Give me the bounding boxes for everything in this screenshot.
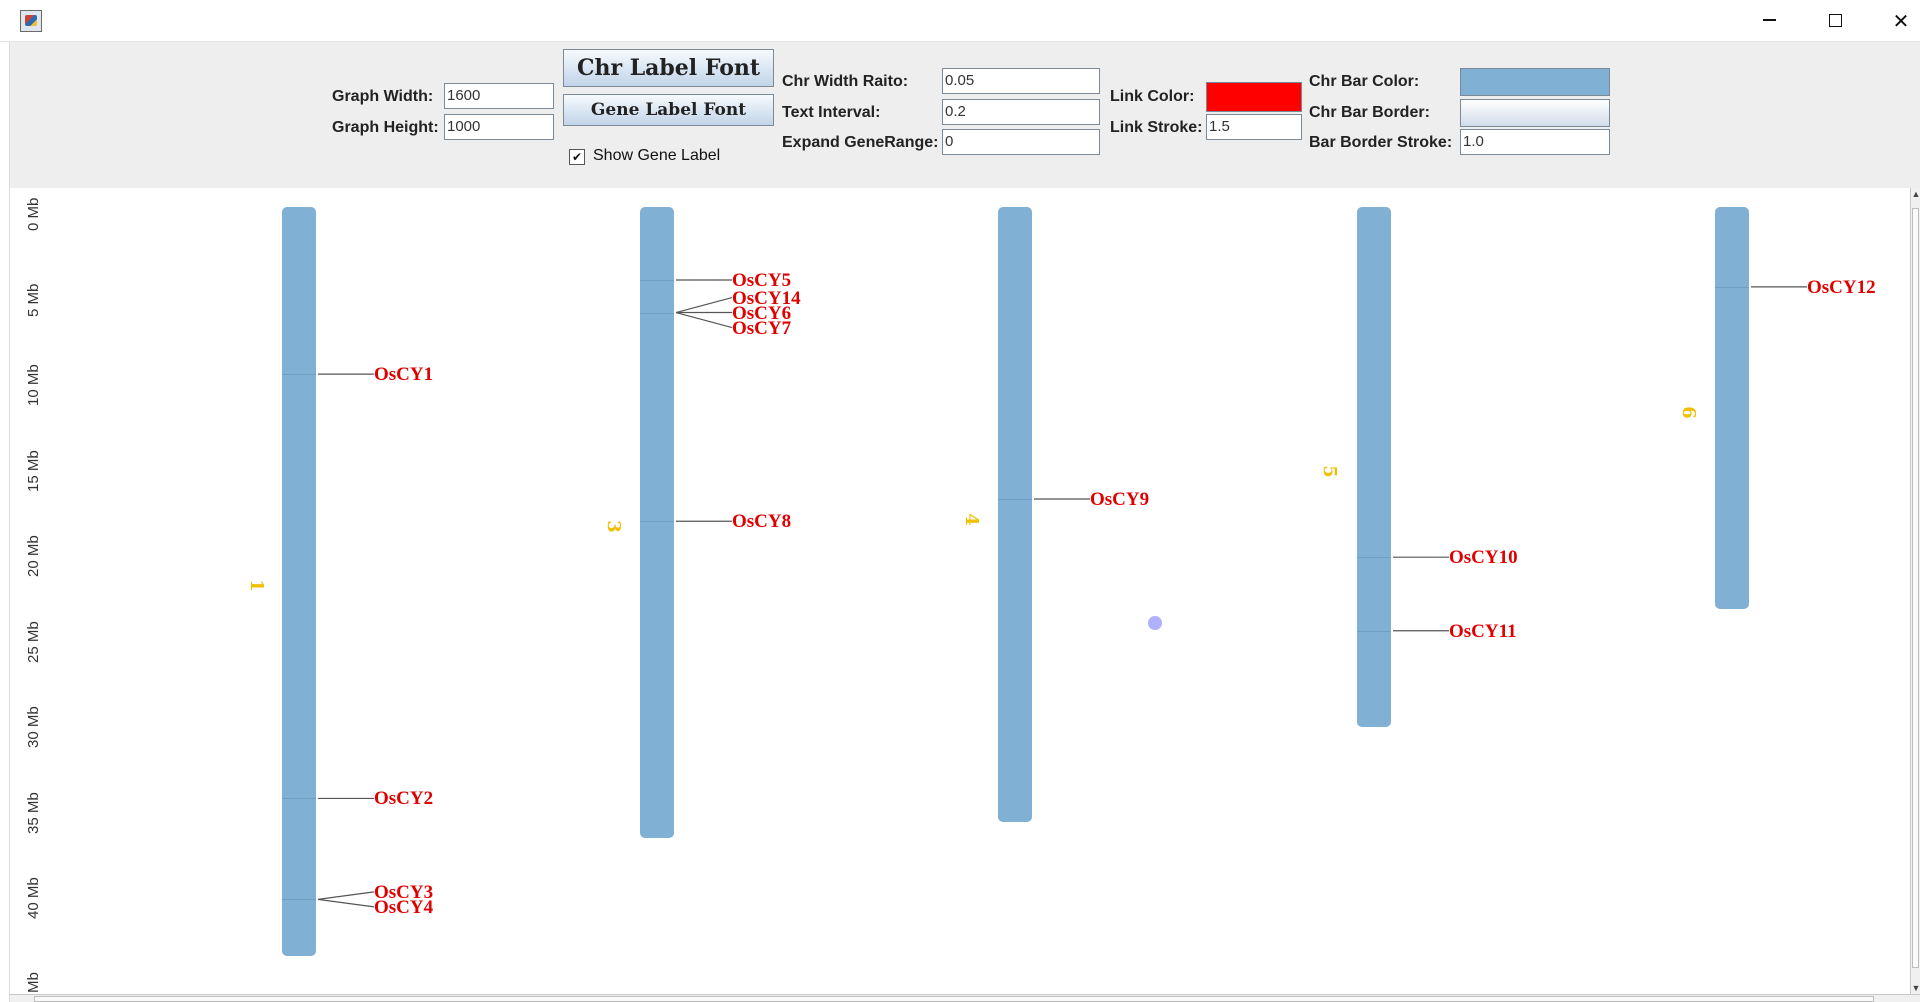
chromosome-number: 6 [1677, 405, 1699, 419]
window-left-edge [0, 42, 10, 1002]
chromosome-bar[interactable] [640, 207, 674, 838]
mouse-cursor-dot [1148, 616, 1162, 630]
gene-position-mark [640, 312, 674, 314]
gene-label[interactable]: OsCY8 [732, 512, 791, 531]
bar-border-stroke-label: Bar Border Stroke: [1309, 134, 1453, 151]
gene-label[interactable]: OsCY4 [374, 898, 433, 917]
gene-label[interactable]: OsCY11 [1449, 622, 1517, 641]
scroll-up-icon[interactable]: ▲ [1911, 188, 1920, 200]
chromosome-number: 3 [602, 520, 624, 534]
ruler-label: 5 Mb [25, 283, 42, 317]
ruler-label: Mb [25, 972, 42, 993]
title-bar: ✕ [0, 0, 1920, 42]
vertical-scrollbar[interactable]: ▲ ▼ [1910, 188, 1920, 994]
graph-height-label: Graph Height: [332, 119, 439, 136]
maximize-icon[interactable] [1812, 6, 1858, 36]
chromosome-number: 5 [1318, 465, 1340, 478]
gene-label[interactable]: OsCY1 [374, 365, 433, 384]
gene-position-mark [1357, 557, 1391, 559]
link-stroke-label: Link Stroke: [1110, 119, 1203, 136]
gene-label[interactable]: OsCY2 [374, 789, 433, 808]
show-gene-label-text: Show Gene Label [593, 147, 721, 164]
text-interval-field[interactable]: 0.2 [942, 99, 1100, 125]
ruler-label: 25 Mb [25, 621, 42, 663]
chr-bar-color-swatch[interactable] [1460, 68, 1610, 96]
minimize-icon[interactable] [1746, 6, 1792, 36]
bar-border-stroke-field[interactable]: 1.0 [1460, 129, 1610, 155]
gene-label[interactable]: OsCY10 [1449, 548, 1518, 567]
gene-link-line [675, 296, 733, 314]
graph-width-label: Graph Width: [332, 88, 434, 105]
chr-width-ratio-label: Chr Width Raito: [782, 73, 909, 90]
ruler-label: 0 Mb [25, 197, 42, 231]
chr-bar-border-label: Chr Bar Border: [1309, 104, 1430, 121]
gene-position-mark [998, 499, 1032, 501]
chr-bar-color-label: Chr Bar Color: [1309, 73, 1420, 90]
java-app-icon[interactable] [20, 10, 42, 32]
chr-bar-border-swatch[interactable] [1460, 99, 1610, 127]
gene-link-line [317, 898, 375, 908]
show-gene-label-checkbox[interactable]: ✔ [569, 149, 585, 165]
gene-position-mark [1357, 630, 1391, 632]
ruler-label: 30 Mb [25, 706, 42, 749]
chromosome-bar[interactable] [998, 207, 1032, 823]
link-color-swatch[interactable] [1206, 82, 1302, 112]
link-stroke-field[interactable]: 1.5 [1206, 114, 1302, 140]
gene-label[interactable]: OsCY9 [1090, 490, 1149, 509]
link-color-label: Link Color: [1110, 88, 1195, 105]
gene-link-line [675, 311, 733, 329]
chromosome-bar[interactable] [1715, 207, 1749, 609]
gene-position-mark [282, 374, 316, 376]
horizontal-scrollbar[interactable] [10, 994, 1920, 1002]
graph-height-field[interactable]: 1000 [444, 114, 554, 140]
vertical-scroll-thumb[interactable] [1912, 208, 1919, 968]
horizontal-scroll-thumb[interactable] [34, 996, 1874, 1002]
gene-position-mark [282, 798, 316, 800]
chromosome-map-canvas[interactable]: 0 Mb 5 Mb 10 Mb 15 Mb 20 Mb 25 Mb 30 Mb 35 Mb 40… [10, 188, 1910, 994]
expand-gene-range-field[interactable]: 0 [942, 129, 1100, 155]
chromosome-number: 4 [960, 512, 982, 526]
gene-position-mark [640, 521, 674, 523]
chromosome-bar[interactable] [1357, 207, 1391, 727]
settings-panel: Graph Width: 1600 Graph Height: 1000 Chr… [10, 42, 1920, 188]
chromosome-bar[interactable] [282, 207, 316, 956]
chr-label-font-button[interactable]: Chr Label Font [563, 49, 774, 87]
gene-position-mark [282, 899, 316, 901]
gene-label[interactable]: OsCY7 [732, 319, 791, 338]
gene-position-mark [640, 280, 674, 282]
ruler-label: 10 Mb [25, 364, 42, 407]
scroll-down-icon[interactable]: ▼ [1911, 982, 1920, 994]
gene-link-line [317, 891, 375, 900]
text-interval-label: Text Interval: [782, 104, 881, 121]
ruler-label: 15 Mb [25, 449, 42, 492]
ruler-label: 35 Mb [25, 792, 42, 834]
chr-width-ratio-field[interactable]: 0.05 [942, 68, 1100, 94]
chromosome-number: 1 [245, 579, 267, 593]
gene-label[interactable]: OsCY12 [1807, 278, 1876, 297]
gene-label-font-button[interactable]: Gene Label Font [563, 94, 774, 126]
ruler-label: 20 Mb [25, 535, 42, 578]
close-icon[interactable]: ✕ [1878, 6, 1920, 36]
gene-position-mark [1715, 286, 1749, 288]
graph-width-field[interactable]: 1600 [444, 83, 554, 109]
expand-gene-range-label: Expand GeneRange: [782, 134, 939, 151]
ruler-label: 40 Mb [25, 877, 42, 920]
